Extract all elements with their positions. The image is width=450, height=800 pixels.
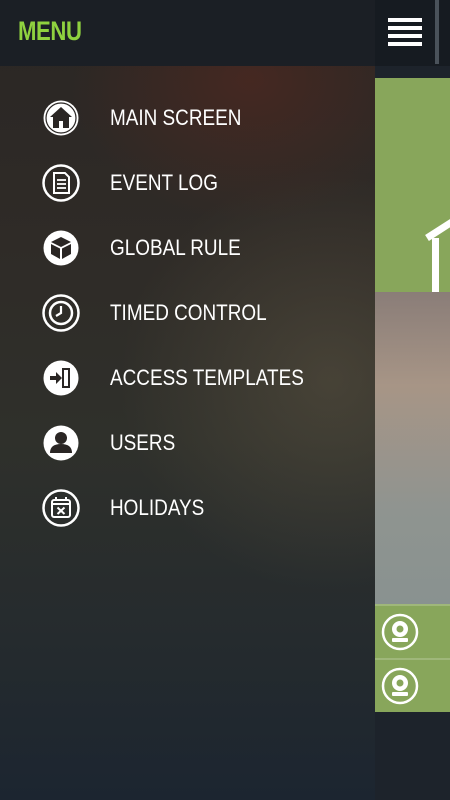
menu-item-label: USERS: [110, 429, 176, 455]
camera-icon: [381, 613, 419, 651]
home-tile[interactable]: [375, 78, 450, 293]
hamburger-menu-button[interactable]: [375, 0, 435, 64]
menu-item-timed-control[interactable]: TIMED CONTROL: [0, 280, 375, 345]
home-icon: [43, 100, 79, 135]
menu-item-label: HOLIDAYS: [110, 494, 205, 520]
menu-list: MAIN SCREEN EVENT LOG GLOBAL RULE TIMED …: [0, 85, 375, 540]
main-topbar: [375, 0, 450, 66]
camera-preview-image: [375, 292, 450, 604]
menu-item-event-log[interactable]: EVENT LOG: [0, 150, 375, 215]
camera-row[interactable]: [375, 604, 450, 658]
user-icon: [43, 425, 79, 460]
menu-item-label: MAIN SCREEN: [110, 104, 242, 130]
menu-item-main-screen[interactable]: MAIN SCREEN: [0, 85, 375, 150]
camera-icon: [381, 667, 419, 705]
menu-item-global-rule[interactable]: GLOBAL RULE: [0, 215, 375, 280]
menu-item-holidays[interactable]: HOLIDAYS: [0, 475, 375, 540]
document-icon: [42, 163, 80, 202]
calendar-x-icon: [42, 488, 80, 527]
house-icon: [425, 219, 450, 293]
menu-item-users[interactable]: USERS: [0, 410, 375, 475]
menu-title: MENU: [18, 16, 82, 46]
menu-item-label: ACCESS TEMPLATES: [110, 364, 304, 390]
door-enter-icon: [43, 360, 79, 395]
cube-icon: [43, 230, 79, 265]
topbar-divider: [435, 0, 439, 64]
drawer-header: MENU: [0, 0, 375, 66]
menu-item-label: GLOBAL RULE: [110, 234, 241, 260]
camera-row[interactable]: [375, 658, 450, 712]
clock-icon: [42, 293, 80, 332]
menu-item-label: EVENT LOG: [110, 169, 218, 195]
navigation-drawer: MENU MAIN SCREEN EVENT LOG GLOBAL RULE T…: [0, 0, 375, 800]
hamburger-icon: [388, 14, 422, 50]
main-content-peek: [375, 0, 450, 800]
menu-item-access-templates[interactable]: ACCESS TEMPLATES: [0, 345, 375, 410]
menu-item-label: TIMED CONTROL: [110, 299, 267, 325]
